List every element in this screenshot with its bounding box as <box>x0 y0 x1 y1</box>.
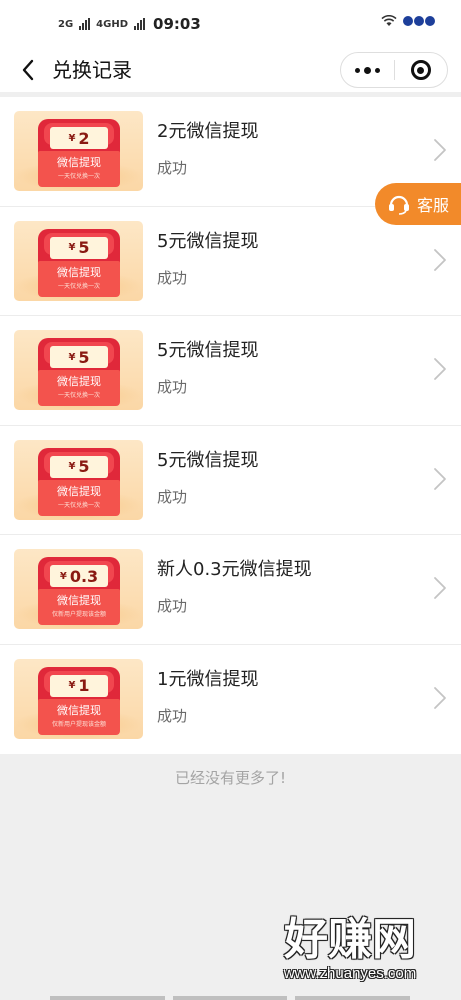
signal-2g-label: 2G <box>58 18 74 30</box>
battery-icon <box>403 16 435 26</box>
home-indicator <box>50 996 411 1000</box>
chevron-right-icon <box>434 139 446 161</box>
thumb-amount: 5 <box>78 347 90 367</box>
record-status: 成功 <box>157 706 188 725</box>
close-miniprogram-button[interactable] <box>395 53 447 87</box>
thumb-subtitle: 一天仅兑换一次 <box>57 173 100 180</box>
currency-symbol: ¥ <box>59 570 67 582</box>
thumb-subtitle: 仅新用户提现该金额 <box>51 720 106 728</box>
thumb-amount: 5 <box>78 457 90 476</box>
watermark-url: www.zhuanyes.com <box>283 965 417 982</box>
thumb-amount: 0.3 <box>69 566 99 586</box>
coupon-amount-tag: ¥ 2 <box>50 127 108 149</box>
thumb-subtitle: 一天仅兑换一次 <box>57 501 100 509</box>
red-envelope-thumbnail: ¥ 1 微信提现 仅新用户提现该金额 <box>14 658 143 739</box>
record-item[interactable]: ¥ 5 微信提现 一天仅兑换一次 5元微信提现 成功 <box>0 316 461 426</box>
watermark: 好赚网 www.zhuanyes.com <box>250 915 450 983</box>
chevron-right-icon <box>434 686 446 709</box>
currency-symbol: ¥ <box>68 242 76 253</box>
coupon-amount-tag: ¥ 5 <box>50 346 108 368</box>
record-status: 成功 <box>157 268 188 287</box>
coupon-amount-tag: ¥ 0.3 <box>50 565 108 587</box>
chevron-left-icon <box>22 59 34 81</box>
thumb-amount: 1 <box>78 676 90 695</box>
red-envelope-thumbnail: ¥ 5 微信提现 一天仅兑换一次 <box>14 220 143 301</box>
target-icon <box>410 60 431 80</box>
back-button[interactable] <box>14 56 42 84</box>
record-status: 成功 <box>157 487 188 506</box>
service-label: 客服 <box>417 196 450 215</box>
thumb-subtitle: 一天仅兑换一次 <box>57 392 100 399</box>
thumb-subtitle: 一天仅兑换一次 <box>57 282 100 290</box>
currency-symbol: ¥ <box>68 461 76 472</box>
coupon-amount-tag: ¥ 1 <box>50 674 108 697</box>
headset-icon <box>389 195 409 215</box>
thumb-title: 微信提现 <box>57 156 101 169</box>
record-status: 成功 <box>157 159 188 177</box>
signal-bars-icon <box>79 18 91 30</box>
end-of-list-text: 已经没有更多了! <box>174 769 286 787</box>
record-status: 成功 <box>157 378 188 396</box>
chevron-right-icon <box>434 248 446 271</box>
red-envelope-thumbnail: ¥ 5 微信提现 一天仅兑换一次 <box>14 330 143 410</box>
chevron-right-icon <box>434 467 446 490</box>
signal-bars-icon <box>134 18 146 30</box>
red-envelope-thumbnail: ¥ 2 微信提现 一天仅兑换一次 <box>14 111 143 191</box>
thumb-title: 微信提现 <box>57 265 101 279</box>
currency-symbol: ¥ <box>68 351 76 363</box>
record-title: 2元微信提现 <box>157 121 259 142</box>
record-title: 5元微信提现 <box>157 449 259 471</box>
red-envelope-thumbnail: ¥ 5 微信提现 一天仅兑换一次 <box>14 439 143 520</box>
chevron-right-icon <box>434 358 446 380</box>
status-bar: 2G 4GHD 09:03 <box>0 0 461 48</box>
currency-symbol: ¥ <box>68 680 76 691</box>
record-item[interactable]: ¥ 5 微信提现 一天仅兑换一次 5元微信提现 成功 <box>0 426 461 535</box>
thumb-title: 微信提现 <box>57 594 101 607</box>
more-dot-icon <box>375 67 380 73</box>
thumb-title: 微信提现 <box>57 375 101 388</box>
thumb-subtitle: 仅新用户提现该金额 <box>51 611 106 618</box>
nav-bar: 兑换记录 <box>0 48 461 92</box>
record-item[interactable]: ¥ 0.3 微信提现 仅新用户提现该金额 新人0.3元微信提现 成功 <box>0 535 461 645</box>
status-right <box>381 15 435 27</box>
record-title: 新人0.3元微信提现 <box>157 559 312 580</box>
customer-service-button[interactable]: 客服 <box>375 183 461 225</box>
record-item[interactable]: ¥ 1 微信提现 仅新用户提现该金额 1元微信提现 成功 <box>0 645 461 755</box>
record-title: 1元微信提现 <box>157 668 259 690</box>
status-time: 09:03 <box>153 15 201 33</box>
chevron-right-icon <box>434 577 446 599</box>
record-status: 成功 <box>157 597 188 615</box>
coupon-amount-tag: ¥ 5 <box>50 236 108 259</box>
watermark-logo: 好赚网 <box>284 914 416 965</box>
thumb-title: 微信提现 <box>57 703 101 717</box>
record-title: 5元微信提现 <box>157 340 259 361</box>
more-dot-icon <box>364 66 371 74</box>
thumb-amount: 5 <box>78 238 90 257</box>
miniprogram-capsule <box>340 52 448 88</box>
record-title: 5元微信提现 <box>157 230 259 252</box>
status-left: 2G 4GHD 09:03 <box>58 15 201 33</box>
signal-4g-label: 4GHD <box>96 18 129 30</box>
coupon-amount-tag: ¥ 5 <box>50 455 108 478</box>
thumb-title: 微信提现 <box>57 484 101 498</box>
currency-symbol: ¥ <box>68 132 76 144</box>
page-title: 兑换记录 <box>52 58 132 82</box>
more-dot-icon <box>355 67 360 73</box>
wifi-icon <box>381 15 397 26</box>
red-envelope-thumbnail: ¥ 0.3 微信提现 仅新用户提现该金额 <box>14 549 143 629</box>
more-button[interactable] <box>341 53 394 87</box>
thumb-amount: 2 <box>78 128 90 148</box>
